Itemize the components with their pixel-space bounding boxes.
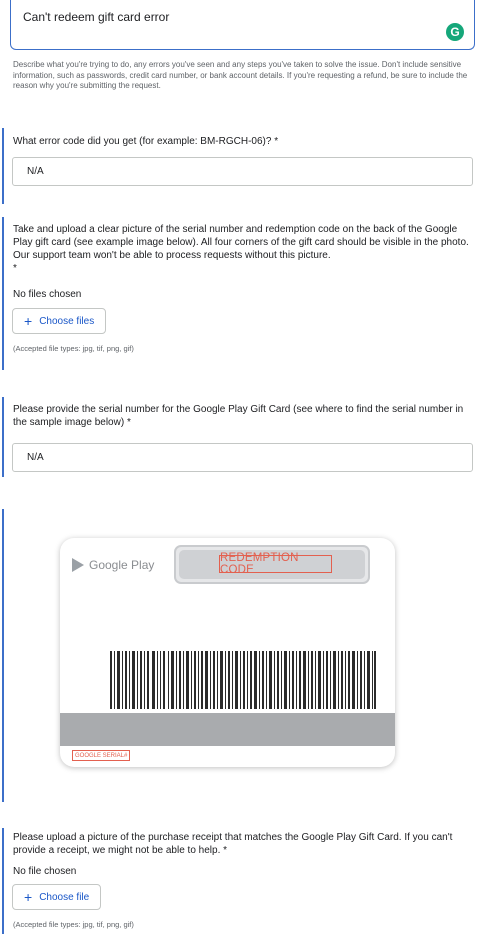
gift-card-accepted-types: (Accepted file types: jpg, tif, png, gif… [13,344,134,353]
redemption-code-label: REDEMPTION CODE [219,552,332,576]
section-accent-bar [2,828,4,934]
serial-number-input[interactable]: N/A [12,443,473,472]
required-mark: * [13,263,17,274]
receipt-upload-label: Please upload a picture of the purchase … [13,832,453,856]
section-accent-bar [2,217,4,370]
section-accent-bar [2,509,4,802]
card-signature-strip [60,713,395,746]
choose-file-label: Choose file [39,891,90,903]
redemption-code-panel: REDEMPTION CODE [174,545,370,584]
redemption-code-scratch: REDEMPTION CODE [179,550,365,579]
choose-files-label: Choose files [39,315,95,327]
choose-files-button[interactable]: + Choose files [12,308,107,334]
section-accent-bar [2,397,4,477]
error-code-input[interactable]: N/A [12,157,473,186]
description-help-text: Describe what you're trying to do, any e… [13,60,468,90]
play-icon [72,558,84,572]
gift-card-upload-label: Take and upload a clear picture of the s… [13,223,475,275]
google-play-brand: Google Play [89,558,155,572]
serial-number-value: N/A [27,452,44,463]
serial-number-label-box: GOOGLE SERIAL# [72,750,131,761]
plus-icon: + [24,889,33,905]
google-play-logo: Google Play [72,558,154,572]
error-code-value: N/A [27,166,44,177]
sample-gift-card-image: Google Play REDEMPTION CODE GOOGLE SERIA… [60,538,395,767]
receipt-accepted-types: (Accepted file types: jpg, tif, png, gif… [13,920,134,929]
section-accent-bar [2,128,4,204]
barcode-image [110,651,376,709]
description-value: Can't redeem gift card error [23,10,170,24]
receipt-file-status: No file chosen [13,866,77,877]
gift-card-file-status: No files chosen [13,289,82,300]
description-section: Can't redeem gift card error G Describe … [0,0,486,110]
choose-file-button[interactable]: + Choose file [12,884,102,910]
error-code-label: What error code did you get (for example… [13,136,279,147]
plus-icon: + [24,313,33,329]
serial-number-label: Please provide the serial number for the… [13,404,464,428]
grammarly-icon[interactable]: G [446,23,464,41]
gift-card-upload-text: Take and upload a clear picture of the s… [13,224,469,261]
description-textarea[interactable]: Can't redeem gift card error G [10,0,475,50]
